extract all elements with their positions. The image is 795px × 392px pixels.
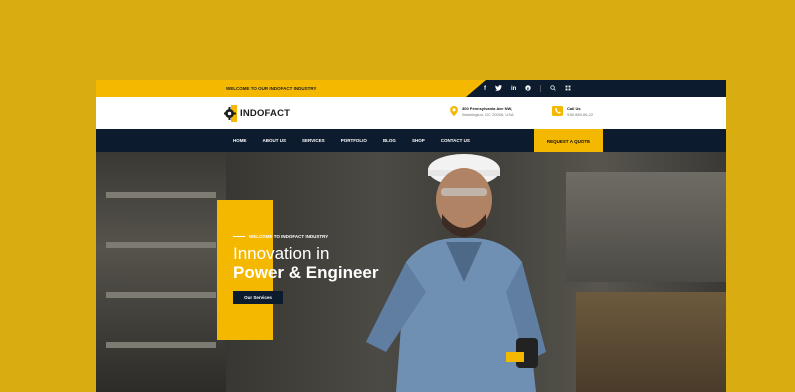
hero-title-line2: Power & Engineer — [233, 263, 379, 282]
background-rack — [96, 152, 226, 392]
request-quote-button[interactable]: REQUEST A QUOTE — [534, 129, 603, 154]
tagline-dash — [233, 235, 245, 238]
website-preview: WELCOME TO OUR INDOFACT INDUSTRY f in p — [96, 80, 726, 392]
social-links: f in p — [484, 80, 571, 97]
nav-item-about[interactable]: ABOUT US — [263, 138, 287, 143]
background-crates — [576, 292, 726, 392]
hero-section: WELCOME TO INDOFACT INDUSTRY Innovation … — [96, 152, 726, 392]
phone-number: 938-985-66-22 — [567, 112, 594, 117]
background-shelf — [106, 192, 216, 198]
worker-image — [366, 154, 546, 392]
grid-icon[interactable] — [565, 85, 571, 93]
background-shelf — [106, 292, 216, 298]
hero-tagline: WELCOME TO INDOFACT INDUSTRY — [233, 234, 378, 239]
search-icon[interactable] — [550, 84, 556, 93]
nav-item-contact[interactable]: CONTACT US — [441, 138, 470, 143]
our-services-button[interactable]: Our Services — [233, 291, 283, 304]
nav-item-home[interactable]: HOME — [233, 138, 247, 143]
brand-name: INDOFACT — [240, 108, 291, 119]
linkedin-icon[interactable]: in — [511, 86, 516, 92]
location-pin-icon — [450, 106, 458, 116]
address-line2: Washington, DC 20006, USA — [462, 112, 514, 117]
welcome-text: WELCOME TO OUR INDOFACT INDUSTRY — [96, 80, 486, 97]
nav-item-portfolio[interactable]: PORTFOLIO — [341, 138, 367, 143]
pinterest-icon[interactable]: p — [525, 84, 532, 93]
gear-logo-icon — [224, 105, 237, 122]
background-pipes — [566, 172, 726, 282]
background-shelf — [106, 342, 216, 348]
nav-item-blog[interactable]: BLOG — [383, 138, 396, 143]
main-nav: HOME ABOUT US SERVICES PORTFOLIO BLOG SH… — [96, 129, 726, 152]
hero-title-line1: Innovation in — [233, 244, 330, 263]
tagline-text: WELCOME TO INDOFACT INDUSTRY — [249, 234, 329, 239]
site-header: INDOFACT 300 Pennsylvania Ave NW, Washin… — [96, 97, 726, 129]
phone-icon — [552, 106, 563, 116]
phone-block: Call Us 938-985-66-22 — [552, 106, 593, 118]
facebook-icon[interactable]: f — [484, 86, 486, 92]
address-block: 300 Pennsylvania Ave NW, Washington, DC … — [450, 106, 514, 118]
hero-content: WELCOME TO INDOFACT INDUSTRY Innovation … — [233, 234, 378, 304]
background-shelf — [106, 242, 216, 248]
svg-text:p: p — [527, 85, 530, 90]
divider — [540, 85, 542, 92]
nav-item-services[interactable]: SERVICES — [302, 138, 325, 143]
nav-item-shop[interactable]: SHOP — [412, 138, 425, 143]
brand-logo[interactable]: INDOFACT — [224, 105, 290, 122]
twitter-icon[interactable] — [495, 84, 502, 93]
top-bar: WELCOME TO OUR INDOFACT INDUSTRY f in p — [96, 80, 726, 97]
